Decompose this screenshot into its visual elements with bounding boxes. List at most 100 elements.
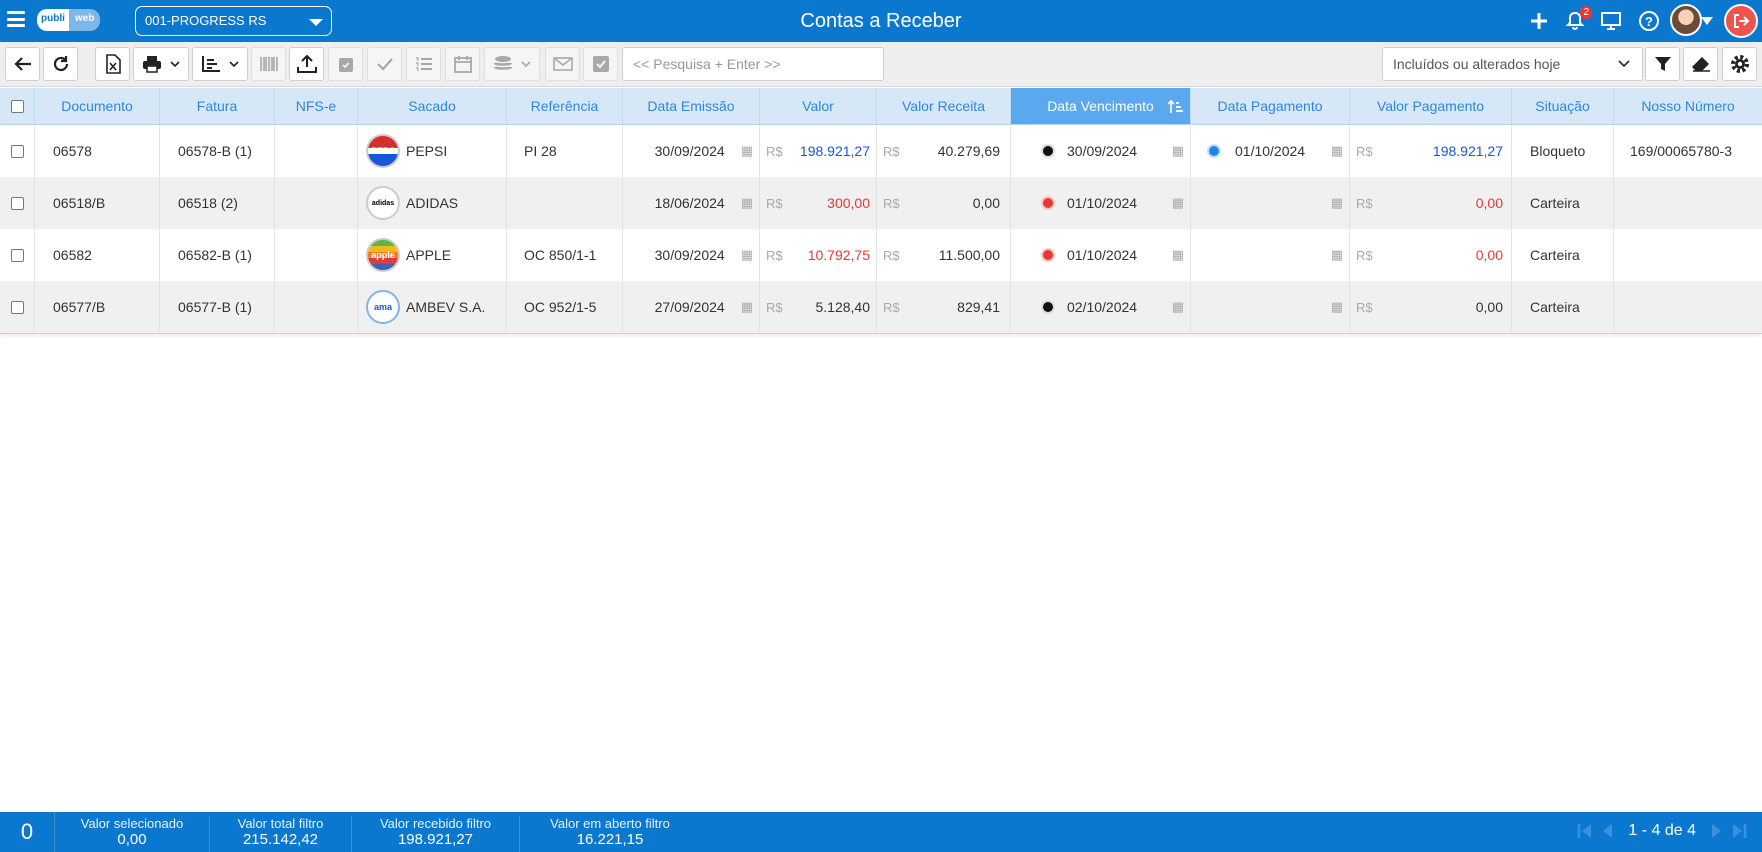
settings-button[interactable] [1722, 47, 1757, 81]
eraser-icon [1691, 57, 1710, 72]
help-button[interactable]: ? [1636, 8, 1662, 34]
calendar-icon[interactable]: ▦ [1172, 247, 1184, 263]
cell-data-vencimento: 30/09/2024 ▦ [1011, 125, 1191, 177]
column-header[interactable]: NFS-e [275, 88, 358, 124]
previous-page-icon[interactable] [1598, 822, 1616, 840]
export-excel-button[interactable] [95, 47, 130, 81]
cell-situacao: Bloqueto [1512, 125, 1614, 177]
row-checkbox[interactable] [10, 144, 24, 158]
column-header[interactable]: Referência [507, 88, 623, 124]
footer-stat-label: Valor total filtro [237, 816, 324, 831]
monitor-icon [1601, 12, 1621, 30]
list-button[interactable] [406, 47, 441, 81]
calendar-icon[interactable]: ▦ [741, 143, 753, 159]
select-all-checkbox[interactable] [10, 99, 24, 113]
calendar-icon[interactable]: ▦ [1331, 143, 1343, 159]
calendar-icon[interactable]: ▦ [1172, 195, 1184, 211]
column-header-sorted[interactable]: Data Vencimento [1011, 88, 1191, 124]
cell-fatura: 06578-B (1) [160, 125, 275, 177]
calendar-icon[interactable]: ▦ [1331, 195, 1343, 211]
barcode-button[interactable] [251, 47, 286, 81]
refresh-button[interactable] [43, 47, 78, 81]
back-button[interactable] [5, 47, 40, 81]
calendar-icon[interactable]: ▦ [1331, 299, 1343, 315]
period-filter-select[interactable]: Incluídos ou alterados hoje [1382, 47, 1643, 81]
table-row[interactable]: 06518/B 06518 (2) adidas ADIDAS 18/06/20… [0, 177, 1762, 229]
cell-data-vencimento: 01/10/2024 ▦ [1011, 229, 1191, 281]
column-header[interactable]: Data Emissão [623, 88, 760, 124]
notifications-button[interactable]: 2 [1562, 6, 1592, 34]
table-row[interactable]: 06582 06582-B (1) apple APPLE OC 850/1-1… [0, 229, 1762, 281]
arrow-left-icon [13, 57, 31, 71]
currency-symbol: R$ [766, 195, 783, 211]
column-header[interactable]: Data Pagamento [1191, 88, 1350, 124]
column-header[interactable]: Sacado [358, 88, 507, 124]
cell-referencia: PI 28 [507, 125, 623, 177]
calendar-icon[interactable]: ▦ [741, 195, 753, 211]
cell-data-vencimento: 01/10/2024 ▦ [1011, 177, 1191, 229]
row-select-cell [0, 177, 35, 229]
avatar[interactable] [1670, 4, 1702, 36]
column-header[interactable]: Situação [1512, 88, 1614, 124]
column-header[interactable]: Nosso Número [1614, 88, 1762, 124]
calendar-icon[interactable]: ▦ [1172, 143, 1184, 159]
cell-data-emissao: 30/09/2024 ▦ [623, 229, 760, 281]
approve-button[interactable] [583, 47, 618, 81]
column-header[interactable]: Documento [35, 88, 160, 124]
row-checkbox[interactable] [10, 300, 24, 314]
cell-valor-pagamento: R$ 0,00 [1350, 177, 1512, 229]
cell-valor: R$ 198.921,27 [760, 125, 877, 177]
add-button[interactable] [1526, 8, 1552, 34]
cell-nosso-numero [1614, 281, 1762, 333]
confirm-button[interactable] [367, 47, 402, 81]
cell-data-pagamento: ▦ [1191, 177, 1350, 229]
due-date: 01/10/2024 [1067, 247, 1138, 263]
email-button[interactable] [545, 47, 580, 81]
currency-symbol: R$ [1356, 143, 1373, 159]
calendar-icon[interactable]: ▦ [741, 299, 753, 315]
row-checkbox[interactable] [10, 248, 24, 262]
company-select[interactable]: 001-PROGRESS RS [135, 6, 332, 36]
row-checkbox[interactable] [10, 196, 24, 210]
cell-documento: 06582 [35, 229, 160, 281]
table-row[interactable]: 06577/B 06577-B (1) ama AMBEV S.A. OC 95… [0, 281, 1762, 333]
column-header[interactable]: Valor Receita [877, 88, 1011, 124]
print-button[interactable] [133, 47, 189, 81]
reports-button[interactable] [192, 47, 248, 81]
chevron-down-icon [521, 61, 531, 67]
column-header[interactable]: Valor Pagamento [1350, 88, 1512, 124]
calendar-button[interactable] [445, 47, 480, 81]
menu-icon[interactable] [7, 11, 25, 27]
user-menu-caret[interactable] [1700, 8, 1714, 34]
payment-status-dot [1209, 146, 1219, 156]
customer-logo-text: PEPS [370, 146, 395, 156]
coins-button[interactable] [484, 47, 540, 81]
clipboard-icon [338, 58, 353, 72]
first-page-icon[interactable] [1576, 822, 1594, 840]
calendar-icon[interactable]: ▦ [1172, 299, 1184, 315]
footer-stat-value: 198.921,27 [397, 831, 474, 848]
calendar-icon[interactable]: ▦ [1331, 247, 1343, 263]
upload-button[interactable] [289, 47, 324, 81]
column-header[interactable]: Fatura [160, 88, 275, 124]
table-row[interactable]: 06578 06578-B (1) PEPS PEPSI PI 28 30/09… [0, 125, 1762, 177]
clipboard-button[interactable] [328, 47, 363, 81]
gear-icon [1730, 55, 1749, 73]
search-input[interactable] [622, 47, 884, 81]
monitor-button[interactable] [1598, 8, 1624, 34]
calendar-icon[interactable]: ▦ [741, 247, 753, 263]
clear-filter-button[interactable] [1683, 47, 1718, 81]
cell-nosso-numero: 169/00065780-3 [1630, 143, 1732, 159]
currency-symbol: R$ [883, 143, 900, 159]
footer-stat: Valor total filtro 215.142,42 [210, 816, 352, 852]
cell-referencia [507, 177, 623, 229]
last-page-icon[interactable] [1730, 822, 1748, 840]
logout-button[interactable] [1724, 4, 1758, 38]
column-header[interactable]: Valor [760, 88, 877, 124]
logo-part1: publi [37, 9, 69, 31]
chevron-down-icon [1618, 60, 1630, 68]
filter-button[interactable] [1645, 47, 1680, 81]
cell-nfse [275, 125, 358, 177]
logo[interactable]: publi web [37, 9, 101, 31]
next-page-icon[interactable] [1708, 822, 1726, 840]
